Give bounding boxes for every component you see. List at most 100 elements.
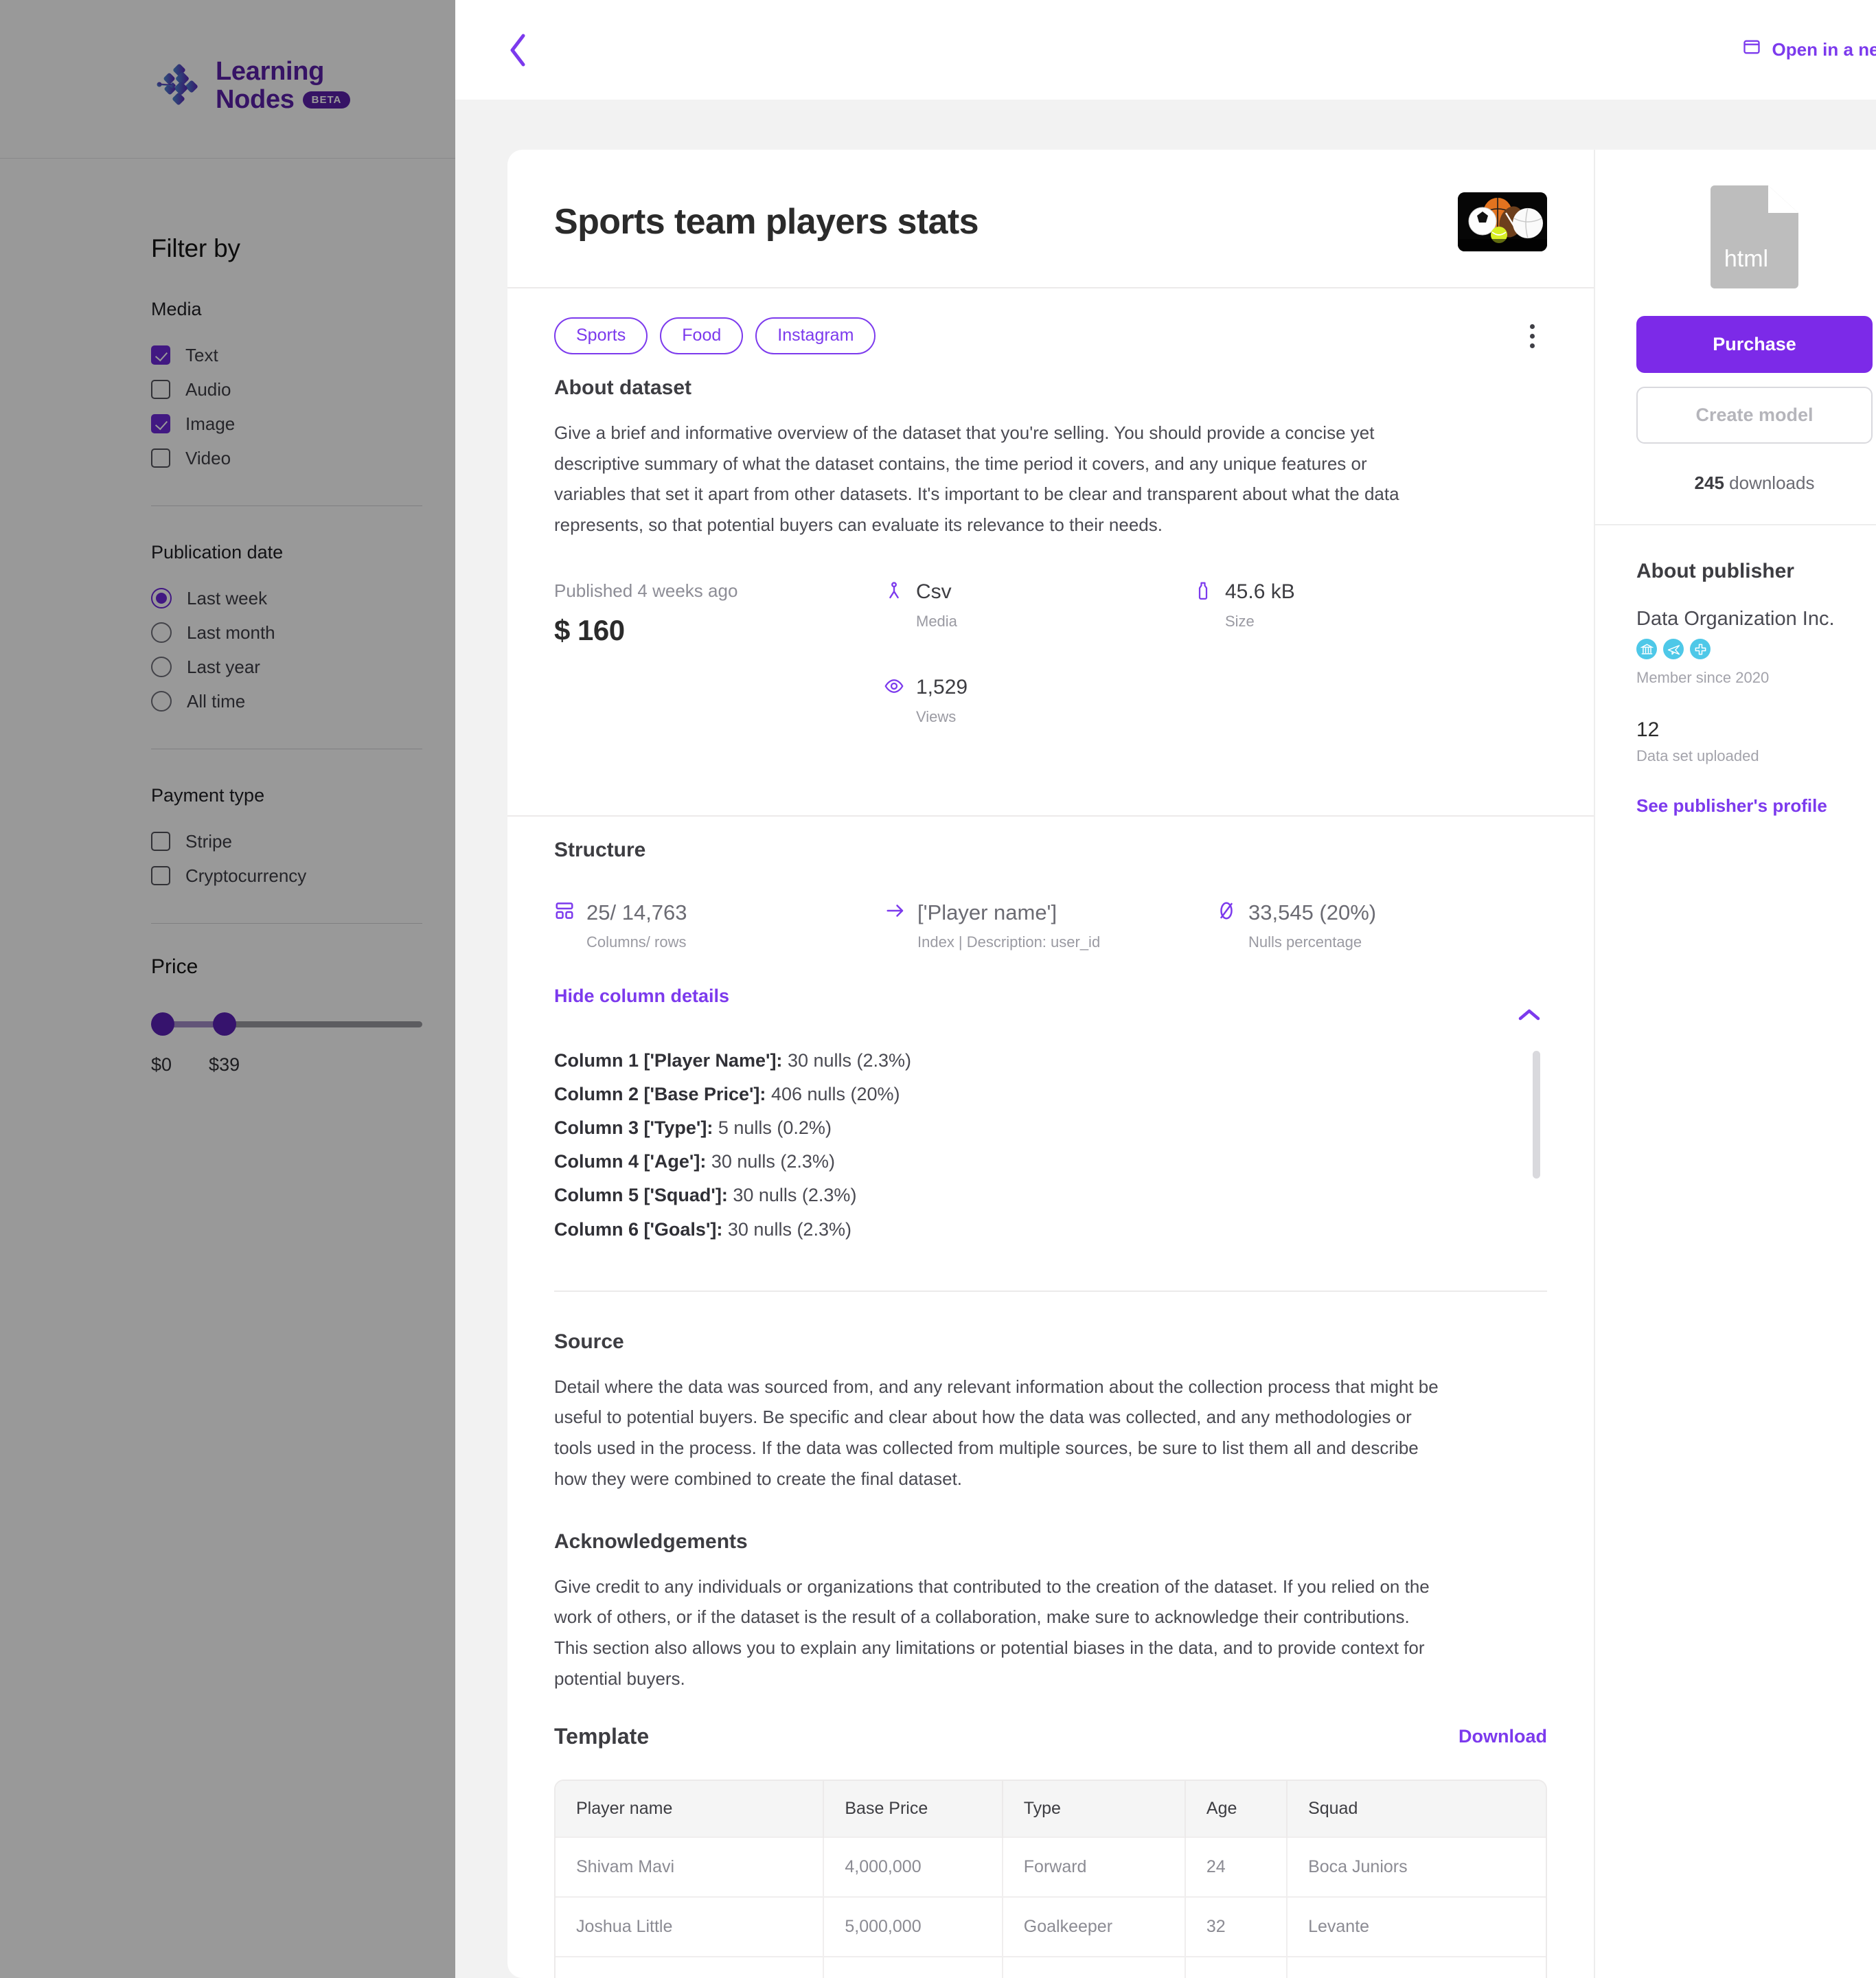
column-detail-name: Column 4 ['Age']: — [554, 1151, 706, 1172]
cell-player-name: Joshua Little — [556, 1897, 823, 1957]
meta-views-value: 1,529 — [916, 676, 968, 699]
index-value: ['Player name'] — [917, 900, 1057, 925]
null-set-icon — [1216, 900, 1237, 924]
column-details-list: Column 1 ['Player Name']: 30 nulls (2.3%… — [554, 1044, 1547, 1292]
column-detail-value: 30 nulls (2.3%) — [728, 1219, 851, 1240]
column-detail-item: Column 6 ['Goals']: 30 nulls (2.3%) — [554, 1213, 1506, 1247]
open-in-new-tab-label: Open in a new tab — [1772, 39, 1876, 60]
datasets-uploaded-count: 12 — [1636, 718, 1873, 742]
download-template-link[interactable]: Download — [1459, 1726, 1547, 1747]
eye-icon — [884, 676, 904, 700]
filter-sidebar: Learning Nodes BETA Filter by Media Text — [0, 0, 455, 1978]
publisher-badges — [1636, 639, 1873, 659]
column-detail-item: Column 1 ['Player Name']: 30 nulls (2.3%… — [554, 1044, 1506, 1078]
dataset-header: Sports team players stats — [507, 150, 1594, 288]
about-publisher-box: About publisher Data Organization Inc. — [1595, 525, 1876, 851]
hide-column-details-toggle[interactable]: Hide column details — [554, 986, 729, 1007]
column-detail-item: Column 3 ['Type']: 5 nulls (0.2%) — [554, 1111, 1506, 1145]
structure-stat-nulls: 33,545 (20%) Nulls percentage — [1216, 900, 1547, 951]
cell-squad: Manchester United — [1287, 1957, 1546, 1978]
tag-sports[interactable]: Sports — [554, 317, 648, 354]
columns-rows-value: 25/ 14,763 — [586, 900, 687, 925]
dataset-detail-modal: Open in a new tab Sports team players st… — [455, 0, 1876, 1978]
modal-overlay-dim[interactable] — [0, 0, 455, 1978]
media-icon — [884, 580, 904, 604]
column-header-type: Type — [1003, 1781, 1185, 1837]
nulls-label: Nulls percentage — [1248, 933, 1547, 951]
modal-body: Sports team players stats — [455, 100, 1876, 1978]
template-table: Player name Base Price Type Age Squad Sh… — [554, 1780, 1547, 1978]
column-detail-value: 406 nulls (20%) — [771, 1084, 900, 1104]
cell-type: Win — [1003, 1957, 1185, 1978]
column-detail-item: Column 2 ['Base Price']: 406 nulls (20%) — [554, 1078, 1506, 1111]
column-header-player-name: Player name — [556, 1781, 823, 1837]
column-detail-value: 30 nulls (2.3%) — [788, 1050, 911, 1071]
app-root: Learning Nodes BETA Filter by Media Text — [0, 0, 1876, 1978]
back-button[interactable] — [499, 31, 538, 69]
column-detail-name: Column 3 ['Type']: — [554, 1117, 713, 1138]
bank-icon — [1636, 639, 1657, 659]
structure-stat-index: ['Player name'] Index | Description: use… — [885, 900, 1216, 951]
publisher-name: Data Organization Inc. — [1636, 608, 1873, 630]
tags-row: Sports Food Instagram — [507, 288, 1594, 354]
template-heading: Template — [554, 1724, 649, 1749]
meta-publish-price: Published 4 weeks ago $ 160 — [554, 580, 884, 771]
template-header: Template Download — [507, 1724, 1594, 1749]
chevron-up-icon[interactable] — [1511, 997, 1547, 1033]
column-detail-name: Column 1 ['Player Name']: — [554, 1050, 782, 1071]
create-model-button[interactable]: Create model — [1636, 387, 1873, 444]
purchase-panel: html Purchase Create model 245 downloads… — [1594, 150, 1876, 1978]
cell-base-price: 20,000,000 — [823, 1957, 1002, 1978]
purchase-button[interactable]: Purchase — [1636, 316, 1873, 373]
cell-squad: Boca Juniors — [1287, 1837, 1546, 1897]
about-dataset-body: Give a brief and informative overview of… — [554, 418, 1440, 541]
tag-list: Sports Food Instagram — [554, 317, 876, 354]
purchase-box: html Purchase Create model 245 downloads — [1595, 150, 1876, 525]
meta-media-label: Media — [916, 613, 1193, 630]
cell-squad: Levante — [1287, 1897, 1546, 1957]
cell-age: 18 — [1185, 1957, 1287, 1978]
arrow-right-icon — [885, 900, 906, 924]
acknowledgements-body: Give credit to any individuals or organi… — [554, 1571, 1440, 1694]
cell-player-name: Kanes Williamson... — [556, 1957, 823, 1978]
column-header-squad: Squad — [1287, 1781, 1546, 1837]
tag-instagram[interactable]: Instagram — [755, 317, 876, 354]
column-detail-value: 5 nulls (0.2%) — [718, 1117, 832, 1138]
column-details-scrollbar[interactable] — [1533, 1051, 1540, 1179]
column-detail-item: Column 4 ['Age']: 30 nulls (2.3%) — [554, 1145, 1506, 1179]
column-detail-value: 30 nulls (2.3%) — [733, 1185, 856, 1205]
more-options-icon[interactable] — [1517, 318, 1547, 354]
column-detail-name: Column 6 ['Goals']: — [554, 1219, 722, 1240]
about-dataset-heading: About dataset — [554, 376, 1547, 400]
cell-age: 32 — [1185, 1897, 1287, 1957]
see-publisher-profile-link[interactable]: See publisher's profile — [1636, 795, 1827, 817]
file-size-icon — [1193, 580, 1213, 604]
cell-base-price: 5,000,000 — [823, 1897, 1002, 1957]
table-row: Shivam Mavi 4,000,000 Forward 24 Boca Ju… — [556, 1837, 1546, 1897]
grid-icon — [554, 900, 575, 924]
page-title: Sports team players stats — [554, 201, 979, 242]
meta-media-value: Csv — [916, 580, 952, 604]
downloads-number: 245 — [1695, 473, 1724, 493]
meta-media: Csv Media — [884, 580, 1193, 630]
column-header-base-price: Base Price — [823, 1781, 1002, 1837]
member-since: Member since 2020 — [1636, 669, 1873, 687]
published-date: Published 4 weeks ago — [554, 580, 884, 602]
dataset-price: $ 160 — [554, 614, 884, 647]
dataset-meta-grid: Published 4 weeks ago $ 160 — [507, 541, 1594, 817]
meta-size-label: Size — [1225, 613, 1502, 630]
column-detail-item: Column 5 ['Squad']: 30 nulls (2.3%) — [554, 1179, 1506, 1212]
source-body: Detail where the data was sourced from, … — [554, 1372, 1440, 1494]
external-window-icon — [1742, 38, 1761, 62]
tag-food[interactable]: Food — [660, 317, 743, 354]
cell-type: Forward — [1003, 1837, 1185, 1897]
acknowledgements-heading: Acknowledgements — [554, 1530, 1547, 1554]
structure-stat-columns-rows: 25/ 14,763 Columns/ rows — [554, 900, 885, 951]
file-type-label: html — [1724, 246, 1768, 272]
open-in-new-tab-button[interactable]: Open in a new tab — [1742, 38, 1876, 62]
column-detail-name: Column 5 ['Squad']: — [554, 1185, 728, 1205]
table-header-row: Player name Base Price Type Age Squad — [556, 1781, 1546, 1837]
cell-player-name: Shivam Mavi — [556, 1837, 823, 1897]
downloads-count: 245 downloads — [1636, 473, 1873, 494]
modal-topbar: Open in a new tab — [455, 0, 1876, 100]
